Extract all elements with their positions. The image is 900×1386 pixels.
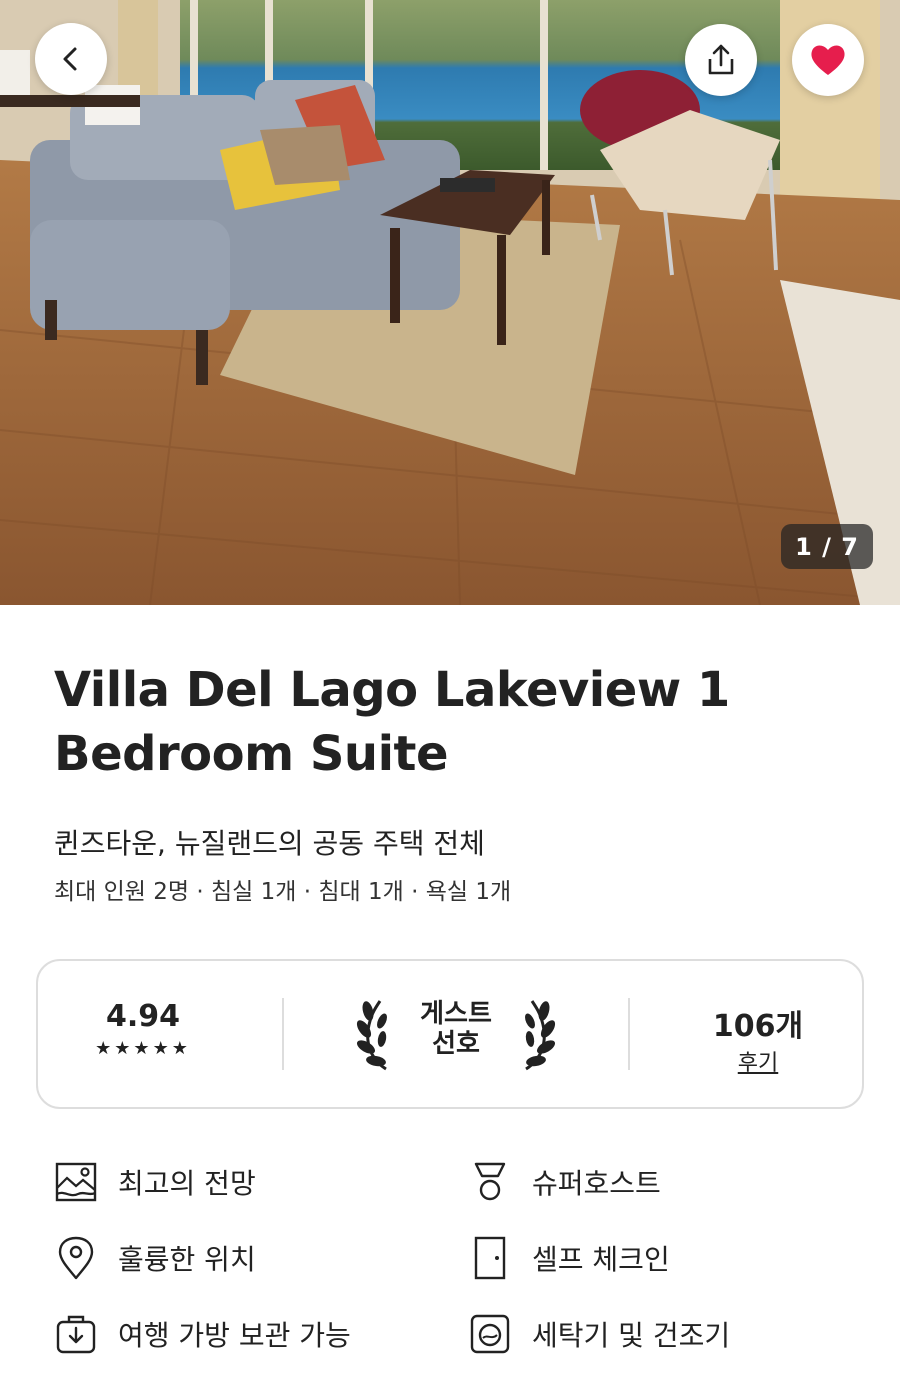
review-summary[interactable]: 106개 후기 bbox=[688, 1001, 828, 1077]
listing-title-line1: Villa Del Lago Lakeview 1 bbox=[54, 662, 730, 718]
guest-favorite-label: 게스트 선호 bbox=[406, 999, 506, 1059]
amenity-label: 슈퍼호스트 bbox=[532, 1167, 661, 1200]
amenity-great-location: 훌륭한 위치 bbox=[54, 1236, 256, 1280]
photo-counter: 1 / 7 bbox=[781, 524, 873, 569]
guest-favorite-line1: 게스트 bbox=[420, 999, 492, 1029]
divider bbox=[628, 998, 630, 1070]
guest-favorite-badge: 게스트 선호 bbox=[356, 995, 556, 1075]
listing-title-line2: Bedroom Suite bbox=[54, 726, 449, 782]
medal-icon bbox=[468, 1160, 512, 1204]
amenity-label: 셀프 체크인 bbox=[532, 1243, 670, 1276]
listing-capacity: 최대 인원 2명 · 침실 1개 · 침대 1개 · 욕실 1개 bbox=[54, 879, 512, 905]
amenity-best-view: 최고의 전망 bbox=[54, 1160, 256, 1204]
listing-title: Villa Del Lago Lakeview 1 Bedroom Suite bbox=[54, 658, 854, 786]
laurel-right-icon bbox=[525, 1000, 556, 1071]
amenity-label: 여행 가방 보관 가능 bbox=[118, 1319, 351, 1352]
door-icon bbox=[468, 1236, 512, 1280]
amenity-self-checkin: 셀프 체크인 bbox=[468, 1236, 670, 1280]
listing-subtitle: 퀸즈타운, 뉴질랜드의 공동 주택 전체 bbox=[54, 827, 485, 860]
laurel-left-icon bbox=[356, 1000, 387, 1071]
review-count: 106개 bbox=[712, 1009, 804, 1044]
washer-icon bbox=[468, 1312, 512, 1356]
landscape-photo-icon bbox=[54, 1160, 98, 1204]
chevron-left-icon bbox=[63, 47, 77, 71]
rating-card[interactable]: 4.94 ★★★★★ 게스트 선호 106개 후기 bbox=[36, 959, 864, 1109]
favorite-button[interactable] bbox=[792, 24, 864, 96]
amenity-label: 훌륭한 위치 bbox=[118, 1243, 256, 1276]
amenity-label: 최고의 전망 bbox=[118, 1167, 256, 1200]
amenity-washer-dryer: 세탁기 및 건조기 bbox=[468, 1312, 730, 1356]
divider bbox=[282, 998, 284, 1070]
back-button[interactable] bbox=[35, 23, 107, 95]
guest-favorite-line2: 선호 bbox=[432, 1029, 480, 1059]
amenity-label: 세탁기 및 건조기 bbox=[532, 1319, 731, 1352]
listing-photo[interactable]: 1 / 7 bbox=[0, 0, 900, 605]
amenity-superhost: 슈퍼호스트 bbox=[468, 1160, 661, 1204]
share-button[interactable] bbox=[685, 24, 757, 96]
rating-value: 4.94 bbox=[105, 999, 181, 1034]
rating-stars: ★★★★★ bbox=[95, 1038, 191, 1059]
map-pin-icon bbox=[54, 1236, 98, 1280]
share-icon bbox=[708, 44, 734, 75]
rating-score: 4.94 ★★★★★ bbox=[88, 999, 198, 1059]
living-room-photo bbox=[0, 0, 900, 605]
amenity-luggage-storage: 여행 가방 보관 가능 bbox=[54, 1312, 351, 1356]
heart-icon bbox=[811, 45, 845, 75]
luggage-icon bbox=[54, 1312, 98, 1356]
reviews-link[interactable]: 후기 bbox=[688, 1045, 828, 1077]
